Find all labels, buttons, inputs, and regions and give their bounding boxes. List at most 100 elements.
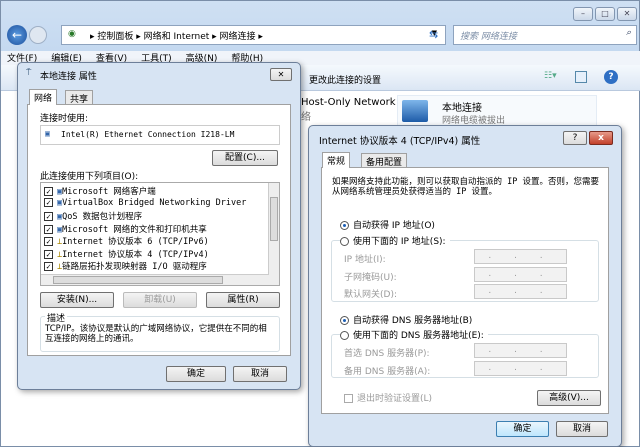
cancel-button[interactable]: 取消 (556, 421, 608, 437)
checkbox[interactable]: ✓ (44, 262, 53, 271)
checkbox-label: 退出时验证设置(L) (357, 394, 433, 404)
intro-text: 如果网络支持此功能，则可以获取自动指派的 IP 设置。否则，您需要从网络系统管理… (332, 177, 599, 197)
configure-button[interactable]: 配置(C)... (212, 150, 278, 166)
ok-button[interactable]: 确定 (166, 366, 226, 382)
list-item[interactable]: ✓ ⊥链路层拓扑发现映射器 I/O 驱动程序 (44, 260, 279, 273)
list-item-label: Microsoft 网络客户端 (62, 187, 156, 197)
radio-selected[interactable] (340, 221, 349, 230)
tab-general[interactable]: 常规 (322, 152, 351, 168)
preferred-dns-label: 首选 DNS 服务器(P): (344, 349, 430, 359)
auto-dns-radio[interactable]: 自动获得 DNS 服务器地址(B) (340, 313, 472, 326)
breadcrumb-item[interactable]: 控制面板 (97, 32, 133, 42)
scrollbar-thumb[interactable] (270, 197, 278, 241)
maximize-button[interactable]: □ (595, 7, 615, 21)
forward-button[interactable] (29, 26, 47, 44)
search-input[interactable]: 搜索 网络连接 ⌕ (453, 25, 637, 45)
preview-pane-icon[interactable] (575, 71, 587, 83)
checkbox[interactable]: ✓ (44, 187, 53, 196)
list-item[interactable]: ✓ ▣QoS 数据包计划程序 (44, 210, 279, 223)
alternate-dns-label: 备用 DNS 服务器(A): (344, 367, 431, 377)
ip-address-label: IP 地址(I): (344, 255, 386, 265)
list-item[interactable]: ✓ ⊥Internet 协议版本 6 (TCP/IPv6) (44, 235, 279, 248)
auto-ip-radio[interactable]: 自动获得 IP 地址(O) (340, 218, 435, 231)
adapter-field: ▣ Intel(R) Ethernet Connection I218-LM (40, 125, 280, 145)
adapter-name: Intel(R) Ethernet Connection I218-LM (61, 130, 235, 139)
preferred-dns-input[interactable]: . . . (474, 343, 567, 358)
checkbox[interactable] (344, 394, 353, 403)
list-item[interactable]: ✓ ▣VirtualBox Bridged Networking Driver (44, 197, 279, 211)
properties-button[interactable]: 属性(R) (206, 292, 280, 308)
validate-on-exit-checkbox[interactable]: 退出时验证设置(L) (344, 391, 432, 404)
ok-button[interactable]: 确定 (496, 421, 549, 437)
list-item-label: VirtualBox Bridged Networking Driver (62, 197, 247, 208)
checkbox[interactable]: ✓ (44, 212, 53, 221)
ip-address-input[interactable]: . . . (474, 249, 567, 264)
radio-unselected[interactable] (340, 331, 349, 340)
list-item-label: Internet 协议版本 4 (TCP/IPv4) (62, 249, 209, 260)
radio-label: 自动获得 IP 地址(O) (353, 221, 435, 231)
general-tab-panel: 如果网络支持此功能，则可以获取自动指派的 IP 设置。否则，您需要从网络系统管理… (321, 167, 609, 414)
alternate-dns-input[interactable]: . . . (474, 361, 567, 376)
connection-status: 络 (301, 112, 311, 123)
adapter-icon: ▣ (45, 129, 50, 138)
search-icon[interactable]: ⌕ (626, 28, 631, 38)
checkbox[interactable]: ✓ (44, 197, 53, 207)
manual-ip-radio[interactable]: 使用下面的 IP 地址(S): (340, 234, 450, 247)
ipv4-properties-dialog: Internet 协议版本 4 (TCP/IPv4) 属性 ? x 常规 备用配… (308, 125, 622, 447)
advanced-button[interactable]: 高级(V)... (537, 390, 601, 406)
local-connection-properties-dialog: ⍑ 本地连接 属性 ✕ 网络 共享 连接时使用: ▣ Intel(R) Ether… (17, 62, 301, 390)
change-settings-button[interactable]: 更改此连接的设置 (309, 73, 381, 86)
view-options-icon[interactable]: ☷▾ (544, 71, 557, 81)
subnet-mask-input[interactable]: . . . (474, 267, 567, 282)
radio-selected[interactable] (340, 316, 349, 325)
radio-unselected[interactable] (340, 237, 349, 246)
subnet-mask-label: 子网掩码(U): (344, 273, 397, 283)
install-button[interactable]: 安装(N)... (40, 292, 114, 308)
checkbox[interactable]: ✓ (44, 249, 53, 259)
help-button[interactable]: ? (563, 131, 587, 145)
minimize-button[interactable]: – (573, 7, 593, 21)
default-gateway-input[interactable]: . . . (474, 284, 567, 299)
components-list: ✓ ▣Microsoft 网络客户端 ✓ ▣VirtualBox Bridged N… (40, 182, 280, 286)
list-item[interactable]: ✓ ⊥Internet 协议版本 4 (TCP/IPv4) (44, 248, 279, 261)
control-panel-icon: ◉ (68, 29, 76, 39)
back-button[interactable]: ← (7, 25, 27, 45)
list-item-label: QoS 数据包计划程序 (62, 212, 143, 222)
list-item-label: Internet 协议版本 6 (TCP/IPv6) (62, 237, 209, 247)
connection-name: 本地连接 (442, 103, 482, 114)
horizontal-scrollbar[interactable] (41, 274, 279, 285)
checkbox[interactable]: ✓ (44, 237, 53, 246)
close-button[interactable]: ✕ (270, 68, 292, 81)
help-icon[interactable]: ? (604, 70, 618, 84)
items-label: 此连接使用下列项目(O): (40, 172, 139, 182)
checkbox[interactable]: ✓ (44, 224, 53, 234)
tab-network[interactable]: 网络 (29, 89, 58, 105)
radio-label: 自动获得 DNS 服务器地址(B) (353, 316, 473, 326)
refresh-icon[interactable]: ⇆ (429, 28, 438, 41)
dialog-title: 本地连接 属性 (40, 72, 97, 82)
tab-sharing[interactable]: 共享 (65, 90, 94, 105)
default-gateway-label: 默认网关(D): (344, 290, 397, 300)
list-item[interactable]: ✓ ▣Microsoft 网络客户端 (44, 185, 279, 198)
breadcrumb-item[interactable]: 网络和 Internet (144, 32, 210, 42)
close-button[interactable]: ✕ (617, 7, 637, 21)
close-button[interactable]: x (589, 131, 613, 145)
connection-local[interactable]: 本地连接 网络电缆被拔出 (397, 95, 597, 129)
breadcrumb-item[interactable]: 网络连接 (220, 32, 256, 42)
dialog-title: Internet 协议版本 4 (TCP/IPv4) 属性 (319, 136, 481, 147)
tab-alternate-config[interactable]: 备用配置 (361, 153, 408, 168)
uninstall-button[interactable]: 卸载(U) (123, 292, 197, 308)
description-group: 描述 TCP/IP。该协议是默认的广域网络协议，它提供在不同的相互连接的网络上的… (40, 311, 280, 352)
list-item[interactable]: ✓ ▣Microsoft 网络的文件和打印机共享 (44, 223, 279, 236)
cancel-button[interactable]: 取消 (233, 366, 287, 382)
description-text: TCP/IP。该协议是默认的广域网络协议，它提供在不同的相互连接的网络上的通讯。 (45, 324, 267, 344)
connection-host-only[interactable]: Host-Only Network 络 (301, 97, 396, 123)
scrollbar-thumb[interactable] (53, 276, 223, 284)
radio-label: 使用下面的 IP 地址(S): (353, 237, 446, 247)
network-adapter-icon (402, 100, 428, 122)
connection-name: Host-Only Network (301, 97, 396, 108)
radio-label: 使用下面的 DNS 服务器地址(E): (353, 331, 484, 341)
manual-dns-radio[interactable]: 使用下面的 DNS 服务器地址(E): (340, 328, 488, 341)
address-bar[interactable]: ◉ ▸ 控制面板 ▸ 网络和 Internet ▸ 网络连接 ▸ ▼ (61, 25, 446, 45)
vertical-scrollbar[interactable] (268, 183, 279, 275)
